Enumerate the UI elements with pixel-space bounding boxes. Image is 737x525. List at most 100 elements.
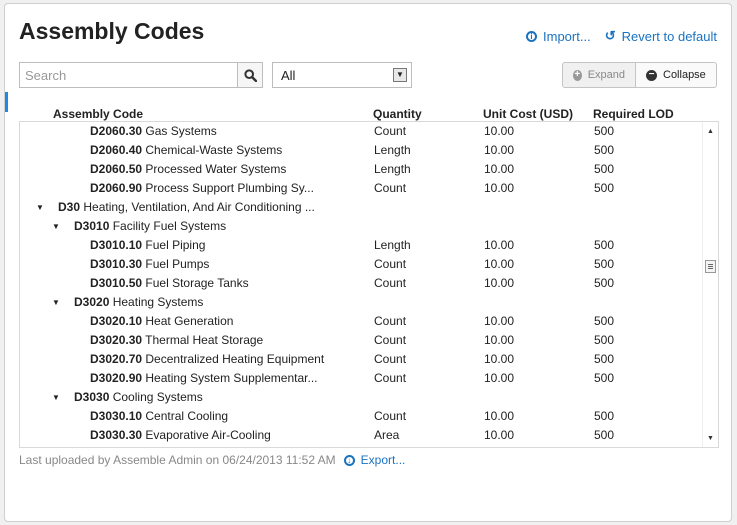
table-row[interactable]: D3030.10 Central Cooling Count 10.00 500 <box>20 407 704 426</box>
assembly-code-tree-table: D2060.30 Gas Systems Count 10.00 500 D2060.4… <box>19 121 719 448</box>
minus-circle-icon: − <box>646 69 657 81</box>
unit-cost-cell: 10.00 <box>484 143 515 157</box>
info-circle-icon: i <box>526 30 538 42</box>
column-header-assembly-code[interactable]: Assembly Code <box>53 107 143 121</box>
table-row[interactable]: ▼ D30 Heating, Ventilation, And Air Condi… <box>20 198 704 217</box>
last-uploaded-status: Last uploaded by Assemble Admin on 06/24… <box>19 453 336 467</box>
assembly-code: D3030 <box>74 390 110 404</box>
vertical-scrollbar[interactable]: ▲ ▼ <box>702 122 718 447</box>
collapse-label: Collapse <box>663 69 706 81</box>
scroll-down-icon[interactable]: ▼ <box>707 435 714 442</box>
expand-button[interactable]: + Expand <box>562 62 636 88</box>
unit-cost-cell: 10.00 <box>484 371 515 385</box>
column-header-quantity[interactable]: Quantity <box>373 107 422 121</box>
export-circle-icon: ↓ <box>343 454 355 466</box>
table-row[interactable]: D3010.10 Fuel Piping Length 10.00 500 <box>20 236 704 255</box>
assembly-name: Central Cooling <box>145 409 229 423</box>
table-row[interactable]: D2060.50 Processed Water Systems Length 10… <box>20 160 704 179</box>
assembly-code-cell: D30 Heating, Ventilation, And Air Condit… <box>58 198 315 217</box>
search-icon <box>243 68 257 82</box>
unit-cost-cell: 10.00 <box>484 124 515 138</box>
unit-cost-cell: 10.00 <box>484 257 515 271</box>
table-row[interactable]: D2060.30 Gas Systems Count 10.00 500 <box>20 122 704 141</box>
assembly-code-cell: D3010 Facility Fuel Systems <box>74 217 226 236</box>
chevron-down-icon: ▼ <box>393 68 407 82</box>
table-row[interactable]: D2060.90 Process Support Plumbing Sy... C… <box>20 179 704 198</box>
required-lod-cell: 500 <box>594 409 615 423</box>
scroll-up-icon[interactable]: ▲ <box>707 128 714 135</box>
triangle-down-icon[interactable]: ▼ <box>36 198 44 217</box>
search-box <box>19 62 263 88</box>
search-input[interactable] <box>19 62 237 88</box>
table-row[interactable]: D3010.30 Fuel Pumps Count 10.00 500 <box>20 255 704 274</box>
column-header-required-lod[interactable]: Required LOD <box>593 107 674 121</box>
assembly-name: Fuel Pumps <box>145 257 210 271</box>
table-row[interactable]: D3020.10 Heat Generation Count 10.00 500 <box>20 312 704 331</box>
assembly-code: D3020.90 <box>90 371 143 385</box>
assembly-name: Processed Water Systems <box>145 162 287 176</box>
assembly-name: Fuel Piping <box>145 238 206 252</box>
assembly-code-cell: D3030.10 Central Cooling <box>90 407 228 426</box>
import-link[interactable]: i Import... <box>526 29 591 44</box>
required-lod-cell: 500 <box>594 181 615 195</box>
assembly-name: Decentralized Heating Equipment <box>145 352 325 366</box>
revert-label: Revert to default <box>621 28 717 44</box>
required-lod-cell: 500 <box>594 162 615 176</box>
table-row[interactable]: D3020.30 Thermal Heat Storage Count 10.00 5… <box>20 331 704 350</box>
unit-cost-cell: 10.00 <box>484 352 515 366</box>
required-lod-cell: 500 <box>594 124 615 138</box>
table-row[interactable]: ▼ D3010 Facility Fuel Systems <box>20 217 704 236</box>
assembly-codes-panel: Assembly Codes i Import... ↺ Revert to d… <box>4 3 732 522</box>
quantity-cell: Count <box>374 181 407 195</box>
assembly-name: Thermal Heat Storage <box>145 333 264 347</box>
assembly-name: Evaporative Air-Cooling <box>145 428 271 442</box>
assembly-code-cell: D3010.10 Fuel Piping <box>90 236 205 255</box>
assembly-code-cell: D3020.10 Heat Generation <box>90 312 233 331</box>
assembly-code-cell: D3010.30 Fuel Pumps <box>90 255 209 274</box>
export-link[interactable]: ↓ Export... <box>343 453 405 467</box>
triangle-down-icon[interactable]: ▼ <box>52 388 60 407</box>
quantity-cell: Count <box>374 257 407 271</box>
table-row[interactable]: ▼ D3020 Heating Systems <box>20 293 704 312</box>
collapse-button[interactable]: − Collapse <box>636 62 717 88</box>
assembly-code-cell: D2060.90 Process Support Plumbing Sy... <box>90 179 314 198</box>
assembly-code-cell: D2060.30 Gas Systems <box>90 122 217 141</box>
assembly-code: D3010.10 <box>90 238 143 252</box>
table-row[interactable]: ▼ D3030 Cooling Systems <box>20 388 704 407</box>
plus-circle-icon: + <box>573 69 582 81</box>
revert-arrow-icon: ↺ <box>604 28 616 43</box>
assembly-code: D2060.40 <box>90 143 143 157</box>
search-button[interactable] <box>237 62 263 88</box>
scrollbar-thumb[interactable] <box>705 260 716 273</box>
table-row[interactable]: D3020.90 Heating System Supplementar... C… <box>20 369 704 388</box>
revert-to-default-link[interactable]: ↺ Revert to default <box>605 28 717 44</box>
quantity-cell: Length <box>374 143 411 157</box>
table-row[interactable]: D2060.40 Chemical-Waste Systems Length 10.… <box>20 141 704 160</box>
required-lod-cell: 500 <box>594 238 615 252</box>
quantity-cell: Count <box>374 409 407 423</box>
unit-cost-cell: 10.00 <box>484 409 515 423</box>
assembly-code: D2060.90 <box>90 181 143 195</box>
quantity-cell: Count <box>374 371 407 385</box>
assembly-code-cell: D3020.70 Decentralized Heating Equipment <box>90 350 324 369</box>
column-header-unit-cost[interactable]: Unit Cost (USD) <box>483 107 573 121</box>
filter-select[interactable]: All ▼ <box>272 62 412 88</box>
quantity-cell: Count <box>374 314 407 328</box>
footer: Last uploaded by Assemble Admin on 06/24… <box>19 453 405 467</box>
required-lod-cell: 500 <box>594 276 615 290</box>
unit-cost-cell: 10.00 <box>484 333 515 347</box>
assembly-code: D3020 <box>74 295 110 309</box>
triangle-down-icon[interactable]: ▼ <box>52 293 60 312</box>
unit-cost-cell: 10.00 <box>484 238 515 252</box>
unit-cost-cell: 10.00 <box>484 314 515 328</box>
assembly-name: Heating System Supplementar... <box>145 371 318 385</box>
assembly-code-cell: D3030.30 Evaporative Air-Cooling <box>90 426 271 445</box>
unit-cost-cell: 10.00 <box>484 181 515 195</box>
table-row[interactable]: D3020.70 Decentralized Heating Equipment… <box>20 350 704 369</box>
assembly-name: Process Support Plumbing Sy... <box>145 181 314 195</box>
table-row[interactable]: D3010.50 Fuel Storage Tanks Count 10.00 500 <box>20 274 704 293</box>
triangle-down-icon[interactable]: ▼ <box>52 217 60 236</box>
required-lod-cell: 500 <box>594 352 615 366</box>
assembly-name: Heating, Ventilation, And Air Conditioni… <box>83 200 315 214</box>
table-row[interactable]: D3030.30 Evaporative Air-Cooling Area 10.0… <box>20 426 704 445</box>
